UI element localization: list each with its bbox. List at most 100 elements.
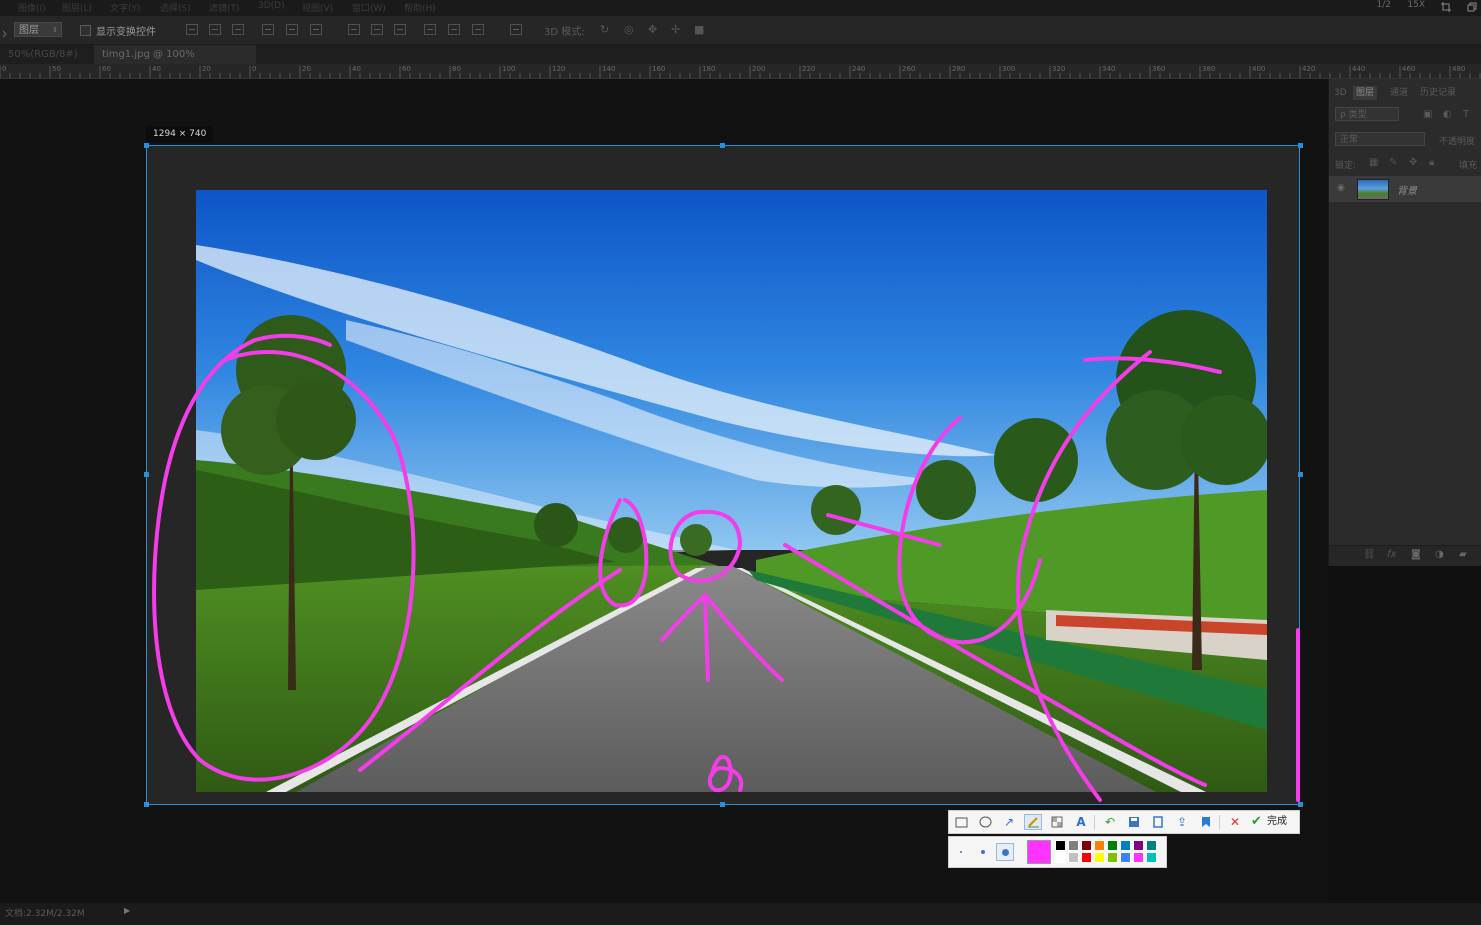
mosaic-tool-icon[interactable] (1048, 814, 1066, 830)
check-icon[interactable]: ✔ (1251, 814, 1262, 830)
menu-item[interactable]: 视图(V) (302, 1, 333, 14)
crop-icon[interactable] (1441, 2, 1451, 12)
align-hcenter-icon[interactable] (286, 24, 298, 35)
color-swatch[interactable] (1068, 840, 1079, 851)
visibility-eye-icon[interactable]: ◉ (1337, 183, 1348, 194)
color-swatch[interactable] (1081, 852, 1092, 863)
arrow-tool-icon[interactable]: ↗ (1000, 814, 1018, 830)
distribute-hcenter-icon[interactable] (448, 24, 460, 35)
distribute-right-icon[interactable] (472, 24, 484, 35)
auto-select-dropdown[interactable]: 图层 ⇕ (14, 22, 62, 37)
menu-item[interactable]: 窗口(W) (352, 1, 386, 14)
resize-handle-w[interactable] (144, 472, 149, 477)
3d-rotate-icon[interactable]: ↻ (600, 23, 609, 36)
menu-item[interactable]: 选择(S) (160, 1, 191, 14)
color-swatch[interactable] (1146, 852, 1157, 863)
color-swatch[interactable] (1055, 852, 1066, 863)
filter-image-icon[interactable]: ▣ (1423, 109, 1432, 120)
tab-document-1[interactable]: 50%(RGB/8#) *× (0, 45, 92, 79)
3d-scale-icon[interactable]: ■ (694, 23, 704, 36)
color-swatch[interactable] (1081, 840, 1092, 851)
menu-item[interactable]: 图层(L) (62, 1, 92, 14)
undo-icon[interactable]: ↶ (1101, 814, 1119, 830)
align-vcenter-icon[interactable] (209, 24, 221, 35)
3d-roll-icon[interactable]: ◎ (624, 23, 634, 36)
move-tool-icon[interactable] (2, 24, 10, 38)
align-bottom-icon[interactable] (232, 24, 244, 35)
save-icon[interactable] (1125, 814, 1143, 830)
tab-3d[interactable]: 3D (1331, 86, 1350, 100)
distribute-left-icon[interactable] (424, 24, 436, 35)
align-left-icon[interactable] (262, 24, 274, 35)
color-swatch[interactable] (1120, 852, 1131, 863)
menu-item[interactable]: 文字(Y) (110, 1, 141, 14)
lock-all-icon[interactable]: 🔒︎ (1429, 157, 1434, 168)
blend-mode-dropdown[interactable]: 正常 (1335, 132, 1425, 146)
menu-item[interactable]: 3D(D) (258, 1, 285, 11)
pen-tool-icon[interactable] (1024, 814, 1042, 830)
3d-pan-icon[interactable]: ✥ (648, 23, 657, 36)
done-button[interactable]: 完成 (1267, 814, 1287, 830)
color-swatch[interactable] (1107, 852, 1118, 863)
text-tool-icon[interactable]: A (1072, 814, 1090, 830)
show-transform-checkbox[interactable] (80, 25, 91, 36)
menu-item[interactable]: 帮助(H) (404, 1, 436, 14)
layer-row-background[interactable]: ◉ 背景 (1329, 176, 1481, 202)
adjustment-icon[interactable]: ◑ (1435, 549, 1444, 560)
pen-size-small[interactable] (952, 843, 970, 861)
distribute-top-icon[interactable] (348, 24, 360, 35)
align-top-icon[interactable] (186, 24, 198, 35)
link-layers-icon[interactable]: ⛓︎ (1363, 549, 1376, 560)
resize-handle-n[interactable] (720, 143, 725, 148)
auto-align-icon[interactable] (510, 24, 522, 35)
menu-item[interactable]: 图像(I) (18, 1, 46, 14)
align-right-icon[interactable] (310, 24, 322, 35)
tab-document-2[interactable]: timg1.jpg @ 100%(RGB/8#)× (94, 45, 256, 79)
folder-icon[interactable]: ▰ (1459, 549, 1467, 560)
distribute-vcenter-icon[interactable] (371, 24, 383, 35)
pen-size-large[interactable] (996, 843, 1014, 861)
color-swatch[interactable] (1107, 840, 1118, 851)
ruler-label: 60 (402, 65, 411, 73)
dropdown-value: 图层 (19, 25, 39, 36)
resize-handle-sw[interactable] (144, 802, 149, 807)
mask-icon[interactable]: ◙ (1411, 549, 1421, 560)
filter-adjust-icon[interactable]: ◐ (1443, 109, 1452, 120)
tab-layers[interactable]: 图层 (1353, 86, 1378, 100)
color-swatch[interactable] (1094, 840, 1105, 851)
collect-icon[interactable] (1197, 814, 1215, 830)
filter-type-icon[interactable]: T (1463, 109, 1469, 120)
distribute-bottom-icon[interactable] (394, 24, 406, 35)
color-swatch[interactable] (1055, 840, 1066, 851)
color-swatch[interactable] (1094, 852, 1105, 863)
color-swatch[interactable] (1146, 840, 1157, 851)
cancel-icon[interactable]: ✕ (1226, 814, 1244, 830)
color-swatch[interactable] (1120, 840, 1131, 851)
ellipse-tool-icon[interactable] (976, 814, 994, 830)
resize-handle-s[interactable] (720, 802, 725, 807)
current-color-swatch[interactable] (1027, 840, 1051, 864)
resize-handle-nw[interactable] (144, 143, 149, 148)
menu-item[interactable]: 滤镜(T) (209, 1, 240, 14)
lock-paint-icon[interactable]: ✎ (1389, 157, 1397, 168)
layer-filter-dropdown[interactable]: ρ 类型 (1335, 107, 1399, 121)
pin-icon[interactable] (1149, 814, 1167, 830)
3d-slide-icon[interactable]: ✢ (671, 23, 680, 36)
resize-handle-ne[interactable] (1298, 143, 1303, 148)
color-swatch[interactable] (1068, 852, 1079, 863)
rectangle-tool-icon[interactable] (952, 814, 970, 830)
color-swatch[interactable] (1133, 840, 1144, 851)
lock-pixels-icon[interactable]: ▦ (1369, 157, 1378, 168)
restore-icon[interactable] (1467, 2, 1477, 12)
status-arrow-icon[interactable]: ▶ (124, 906, 130, 915)
pen-size-medium[interactable] (974, 843, 992, 861)
fx-icon[interactable]: fx (1387, 549, 1396, 560)
tab-channels[interactable]: 通道 (1387, 86, 1411, 100)
color-swatch[interactable] (1133, 852, 1144, 863)
lock-position-icon[interactable]: ✥ (1409, 157, 1417, 168)
resize-handle-e[interactable] (1298, 472, 1303, 477)
fill-label: 填充 (1459, 161, 1478, 171)
share-icon[interactable]: ⇪ (1173, 814, 1191, 830)
tab-history[interactable]: 历史记录 (1417, 86, 1459, 100)
resize-handle-se[interactable] (1298, 802, 1303, 807)
